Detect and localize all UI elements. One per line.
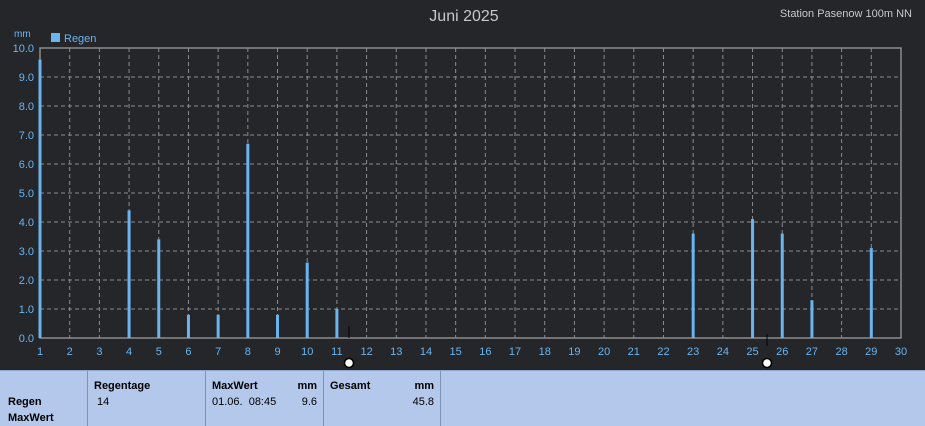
rain-bar xyxy=(127,210,131,338)
maxwert-unit: mm xyxy=(297,380,317,392)
x-tick-label: 4 xyxy=(126,346,132,358)
row-title: Regen xyxy=(8,396,42,408)
maxwert-label: MaxWert xyxy=(212,380,258,392)
x-tick-label: 30 xyxy=(895,346,907,358)
y-axis-unit: mm xyxy=(14,29,31,40)
y-axis: 0.0 1.0 2.0 3.0 4.0 5.0 6.0 7.0 8.0 9.0 10.0 xyxy=(13,43,34,345)
summary-panel: Regen MaxWert Regentage 14 MaxWert mm 01… xyxy=(0,370,925,426)
rain-bar xyxy=(157,239,161,338)
x-tick-label: 29 xyxy=(865,346,877,358)
x-tick-label: 22 xyxy=(657,346,669,358)
regentage-cell: Regentage 14 xyxy=(88,371,206,426)
marker-circle-2[interactable] xyxy=(761,357,773,369)
x-tick-label: 6 xyxy=(185,346,191,358)
x-tick-label: 11 xyxy=(331,346,342,358)
x-tick-label: 24 xyxy=(717,346,729,358)
x-tick-label: 16 xyxy=(479,346,491,358)
x-tick-label: 8 xyxy=(245,346,251,358)
rain-bar xyxy=(810,300,814,338)
rain-bar xyxy=(869,248,873,338)
x-tick-label: 13 xyxy=(390,346,402,358)
maxwert-time: 01.06. 08:45 xyxy=(212,396,277,408)
rain-bar xyxy=(38,59,42,338)
y-tick-label: 2.0 xyxy=(19,275,34,287)
y-tick-label: 3.0 xyxy=(19,246,34,258)
rain-bar xyxy=(276,314,280,338)
rain-chart: Juni 2025 Station Pasenow 100m NN mm Reg… xyxy=(13,8,912,369)
gesamt-label: Gesamt xyxy=(330,380,371,392)
marker-circle-1[interactable] xyxy=(343,357,355,369)
x-tick-label: 26 xyxy=(776,346,788,358)
gesamt-unit: mm xyxy=(414,380,434,392)
rain-bar xyxy=(780,233,784,338)
rain-bar xyxy=(186,314,190,338)
rain-bar xyxy=(305,262,309,338)
x-tick-label: 23 xyxy=(687,346,699,358)
rain-bar xyxy=(691,233,695,338)
legend-swatch xyxy=(51,33,60,42)
x-tick-label: 28 xyxy=(835,346,847,358)
legend-label: Regen xyxy=(64,33,96,45)
x-tick-label: 21 xyxy=(628,346,640,358)
rain-bar xyxy=(246,143,250,338)
x-tick-label: 7 xyxy=(215,346,221,358)
row-subtitle: MaxWert xyxy=(8,412,54,424)
x-tick-label: 2 xyxy=(67,346,73,358)
grid xyxy=(40,48,901,338)
row-header-cell: Regen MaxWert xyxy=(0,371,88,426)
regentage-label: Regentage xyxy=(94,380,151,392)
y-tick-label: 7.0 xyxy=(19,130,34,142)
x-tick-label: 9 xyxy=(274,346,280,358)
x-tick-label: 15 xyxy=(450,346,462,358)
regentage-value: 14 xyxy=(97,396,110,408)
y-tick-label: 9.0 xyxy=(19,72,34,84)
y-tick-label: 10.0 xyxy=(13,43,34,55)
x-tick-label: 10 xyxy=(301,346,313,358)
x-tick-label: 27 xyxy=(806,346,818,358)
gesamt-cell: Gesamt mm 45.8 xyxy=(324,371,441,426)
y-tick-label: 6.0 xyxy=(19,159,34,171)
y-tick-label: 8.0 xyxy=(19,101,34,113)
y-tick-label: 5.0 xyxy=(19,188,34,200)
x-tick-label: 14 xyxy=(420,346,432,358)
x-tick-label: 19 xyxy=(568,346,580,358)
gesamt-value: 45.8 xyxy=(412,396,434,408)
x-axis: 1 2 3 4 5 6 7 8 9 10 11 12 13 14 15 16 17 18 19 20 21 22 23 24 2… xyxy=(37,346,907,358)
x-tick-label: 20 xyxy=(598,346,610,358)
y-tick-label: 4.0 xyxy=(19,217,34,229)
maxwert-value: 9.6 xyxy=(301,396,317,408)
chart-title: Juni 2025 xyxy=(429,8,498,25)
x-tick-label: 5 xyxy=(156,346,162,358)
x-tick-label: 18 xyxy=(539,346,551,358)
x-tick-label: 3 xyxy=(96,346,102,358)
x-tick-label: 17 xyxy=(509,346,521,358)
rain-bar xyxy=(216,314,220,338)
station-label: Station Pasenow 100m NN xyxy=(780,8,912,20)
x-tick-label: 12 xyxy=(360,346,372,358)
y-tick-label: 0.0 xyxy=(19,333,34,345)
rain-bar xyxy=(751,219,755,338)
x-tick-label: 25 xyxy=(746,346,758,358)
rain-bar xyxy=(335,309,339,338)
maxwert-cell: MaxWert mm 01.06. 08:45 9.6 xyxy=(206,371,324,426)
x-tick-label: 1 xyxy=(37,346,43,358)
y-tick-label: 1.0 xyxy=(19,304,34,316)
